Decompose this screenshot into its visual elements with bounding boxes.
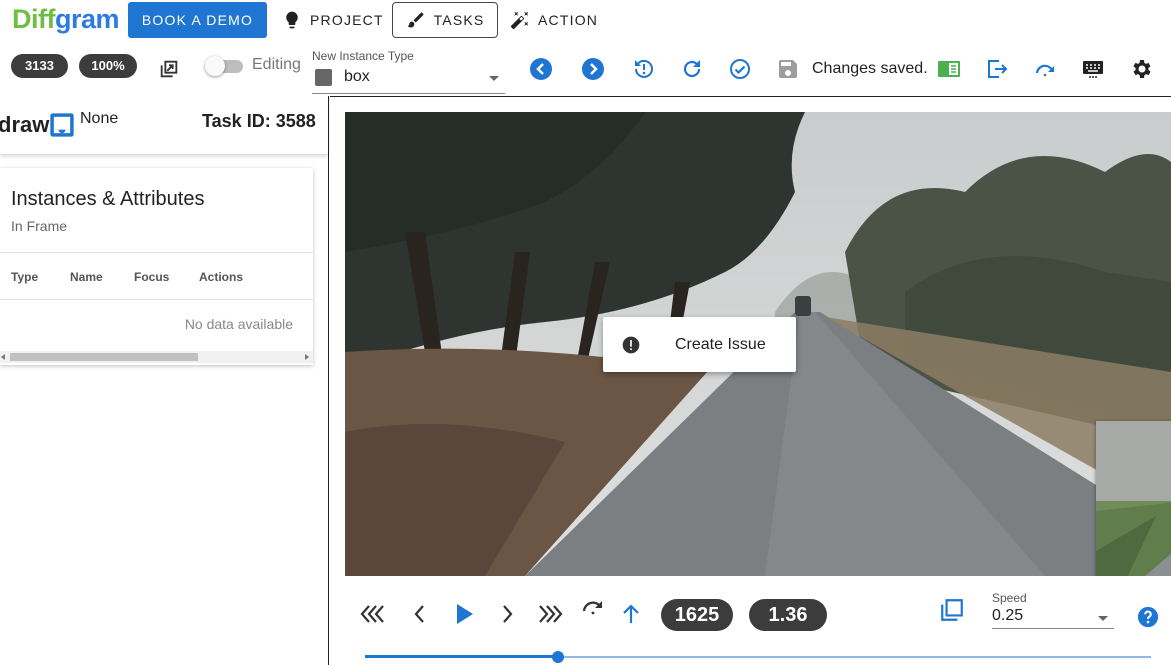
horizontal-scrollbar[interactable] [0,351,313,363]
current-time-pill[interactable]: 1.36 [749,599,827,631]
play-icon[interactable] [449,601,479,627]
video-frame-canvas[interactable]: Create Issue [345,112,1171,576]
magic-wand-icon [510,11,529,30]
playback-speed-select[interactable]: Speed 0.25 [992,591,1114,629]
instance-type-select[interactable]: New Instance Type box [312,49,505,94]
settings-gear-icon[interactable] [1129,57,1153,81]
arrow-up-icon[interactable] [616,601,646,627]
scroll-right-arrow-icon[interactable] [305,354,309,360]
help-icon[interactable] [1137,606,1159,628]
create-issue-menu-item[interactable]: Create Issue [675,336,766,354]
column-name[interactable]: Name [70,270,103,284]
editing-label: Editing [252,56,301,73]
draw-mode-title: draw [0,112,50,137]
logo-part1: Diff [12,4,55,34]
zoom-level-pill[interactable]: 100% [79,54,137,78]
column-type[interactable]: Type [11,270,38,284]
book-demo-button[interactable]: BOOK A DEMO [128,2,267,38]
save-status-text: Changes saved. [812,60,928,77]
sidebar-panel-icon[interactable] [937,57,961,81]
editing-toggle[interactable] [205,56,245,76]
copy-icon[interactable] [939,597,965,623]
task-id: Task ID: 3588 [202,111,316,131]
instances-subtitle: In Frame [11,218,68,234]
next-frame-icon[interactable] [492,601,522,627]
open-in-new-icon[interactable] [158,58,180,80]
box-shape-icon [315,69,332,86]
column-focus[interactable]: Focus [134,270,169,284]
video-timeline-slider[interactable] [365,651,1151,663]
instance-type-label: New Instance Type [312,49,414,63]
annotation-toolbar: 3133 100% Editing New Instance Type box … [0,44,1171,94]
exit-icon[interactable] [985,57,1009,81]
check-circle-icon[interactable] [728,57,752,81]
rewind-to-start-icon[interactable] [358,601,388,627]
left-sidebar: draw None Task ID: 3588 Instances & Attr… [0,96,329,665]
keyboard-icon[interactable] [1081,57,1105,81]
instances-title: Instances & Attributes [11,188,205,210]
top-navigation: Diffgram BOOK A DEMO PROJECT TASKS ACTIO… [0,0,1171,40]
project-nav-label: PROJECT [310,12,384,28]
instance-count-pill: 3133 [11,54,68,78]
column-actions[interactable]: Actions [199,270,243,284]
redo-arc-icon[interactable] [578,595,608,621]
tasks-nav-button[interactable]: TASKS [392,2,498,38]
alert-circle-icon [622,336,640,354]
selected-label-none: None [80,110,119,127]
timeline-thumb[interactable] [551,651,564,663]
context-menu: Create Issue [603,317,796,372]
previous-frame-icon[interactable] [405,601,435,627]
draw-header: draw None Task ID: 3588 [0,96,328,155]
instances-table-header: Type Name Focus Actions [0,252,313,300]
tasks-nav-label: TASKS [433,12,485,28]
diffgram-logo[interactable]: Diffgram [12,4,120,35]
chevron-down-icon [1098,616,1108,621]
history-alert-icon[interactable] [632,57,656,81]
annotation-canvas-area: Create Issue 1625 1.36 Speed 0.25 [330,96,1171,665]
action-nav-label: ACTION [538,12,599,28]
inbox-icon[interactable] [48,111,76,139]
redo-icon[interactable] [1033,57,1057,81]
next-file-icon[interactable] [581,57,605,81]
fast-forward-to-end-icon[interactable] [535,601,565,627]
refresh-icon[interactable] [680,57,704,81]
lightbulb-icon [286,11,298,29]
speed-label: Speed [992,591,1027,605]
logo-part2: gram [54,4,120,34]
project-nav-button[interactable]: PROJECT [272,2,394,38]
speed-value: 0.25 [992,607,1024,624]
action-nav-button[interactable]: ACTION [500,2,608,38]
previous-file-icon[interactable] [529,57,553,81]
save-icon[interactable] [776,57,800,81]
toggle-knob [205,56,225,76]
empty-table-message: No data available [184,316,293,332]
brush-icon [407,12,424,28]
current-frame-pill[interactable]: 1625 [661,599,733,631]
timeline-progress [365,655,558,658]
chevron-down-icon [489,76,499,81]
instances-attributes-card: Instances & Attributes In Frame Type Nam… [0,168,313,365]
scrollbar-thumb[interactable] [10,353,198,361]
minimap-preview[interactable] [1096,421,1171,576]
instance-type-value: box [344,68,370,85]
scroll-left-arrow-icon[interactable] [1,354,5,360]
